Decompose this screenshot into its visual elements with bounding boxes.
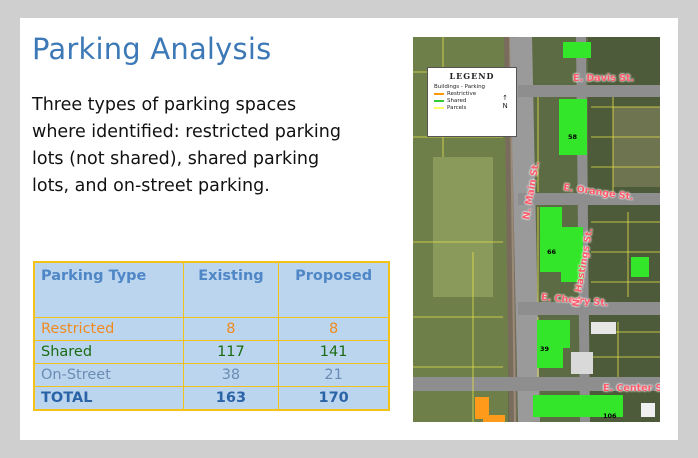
header-existing: Existing xyxy=(182,261,280,318)
slide-title: Parking Analysis xyxy=(32,32,272,66)
legend-group: Buildings - Parking xyxy=(434,84,485,90)
legend-label-shared: Shared xyxy=(447,98,467,104)
map-legend: LEGEND Buildings - Parking Restrictive S… xyxy=(427,67,517,137)
building-label: 106 xyxy=(603,412,617,420)
street-label-davis: E. Davis St. xyxy=(573,73,635,84)
restricted-proposed: 8 xyxy=(278,317,390,341)
row-type-onstreet: On-Street xyxy=(33,363,184,387)
legend-group-label: Buildings - Parking xyxy=(434,84,486,90)
legend-item-shared: Shared xyxy=(434,98,466,104)
legend-item-parcels: Parcels xyxy=(434,105,466,111)
onstreet-existing: 38 xyxy=(182,363,280,387)
total-existing: 163 xyxy=(182,386,280,411)
table-row: On-Street 38 21 xyxy=(33,363,390,387)
parking-map-image: LEGEND Buildings - Parking Restrictive S… xyxy=(413,37,660,422)
street-label-center: E. Center St. xyxy=(603,383,660,394)
table-header-row: Parking Type Existing Proposed xyxy=(33,261,390,318)
slide: Parking Analysis Three types of parking … xyxy=(20,18,678,440)
building-label: 39 xyxy=(540,345,550,353)
restricted-existing: 8 xyxy=(182,317,280,341)
shared-existing: 117 xyxy=(182,340,280,364)
table-row: Shared 117 141 xyxy=(33,340,390,364)
row-type-total: TOTAL xyxy=(33,386,184,411)
legend-label-restrictive: Restrictive xyxy=(447,91,477,97)
row-type-restricted: Restricted xyxy=(33,317,184,341)
building-label: 66 xyxy=(547,248,557,256)
table-row: Restricted 8 8 xyxy=(33,317,390,341)
parking-table: Parking Type Existing Proposed Restricte… xyxy=(33,261,390,411)
legend-item-restrictive: Restrictive xyxy=(434,91,476,97)
legend-swatch-green xyxy=(434,100,444,102)
legend-swatch-yellow xyxy=(434,107,444,109)
row-type-shared: Shared xyxy=(33,340,184,364)
north-arrow-icon: ↑ N xyxy=(502,94,508,110)
legend-swatch-orange xyxy=(434,93,444,95)
header-proposed: Proposed xyxy=(278,261,390,318)
table-row-total: TOTAL 163 170 xyxy=(33,386,390,411)
total-proposed: 170 xyxy=(278,386,390,411)
slide-body-text: Three types of parking spaces where iden… xyxy=(32,95,341,196)
shared-proposed: 141 xyxy=(278,340,390,364)
legend-title: LEGEND xyxy=(449,71,495,81)
building-label: 58 xyxy=(568,133,578,141)
north-label: N xyxy=(502,102,508,110)
legend-label-parcels: Parcels xyxy=(447,105,467,111)
onstreet-proposed: 21 xyxy=(278,363,390,387)
header-parking-type: Parking Type xyxy=(33,261,184,318)
